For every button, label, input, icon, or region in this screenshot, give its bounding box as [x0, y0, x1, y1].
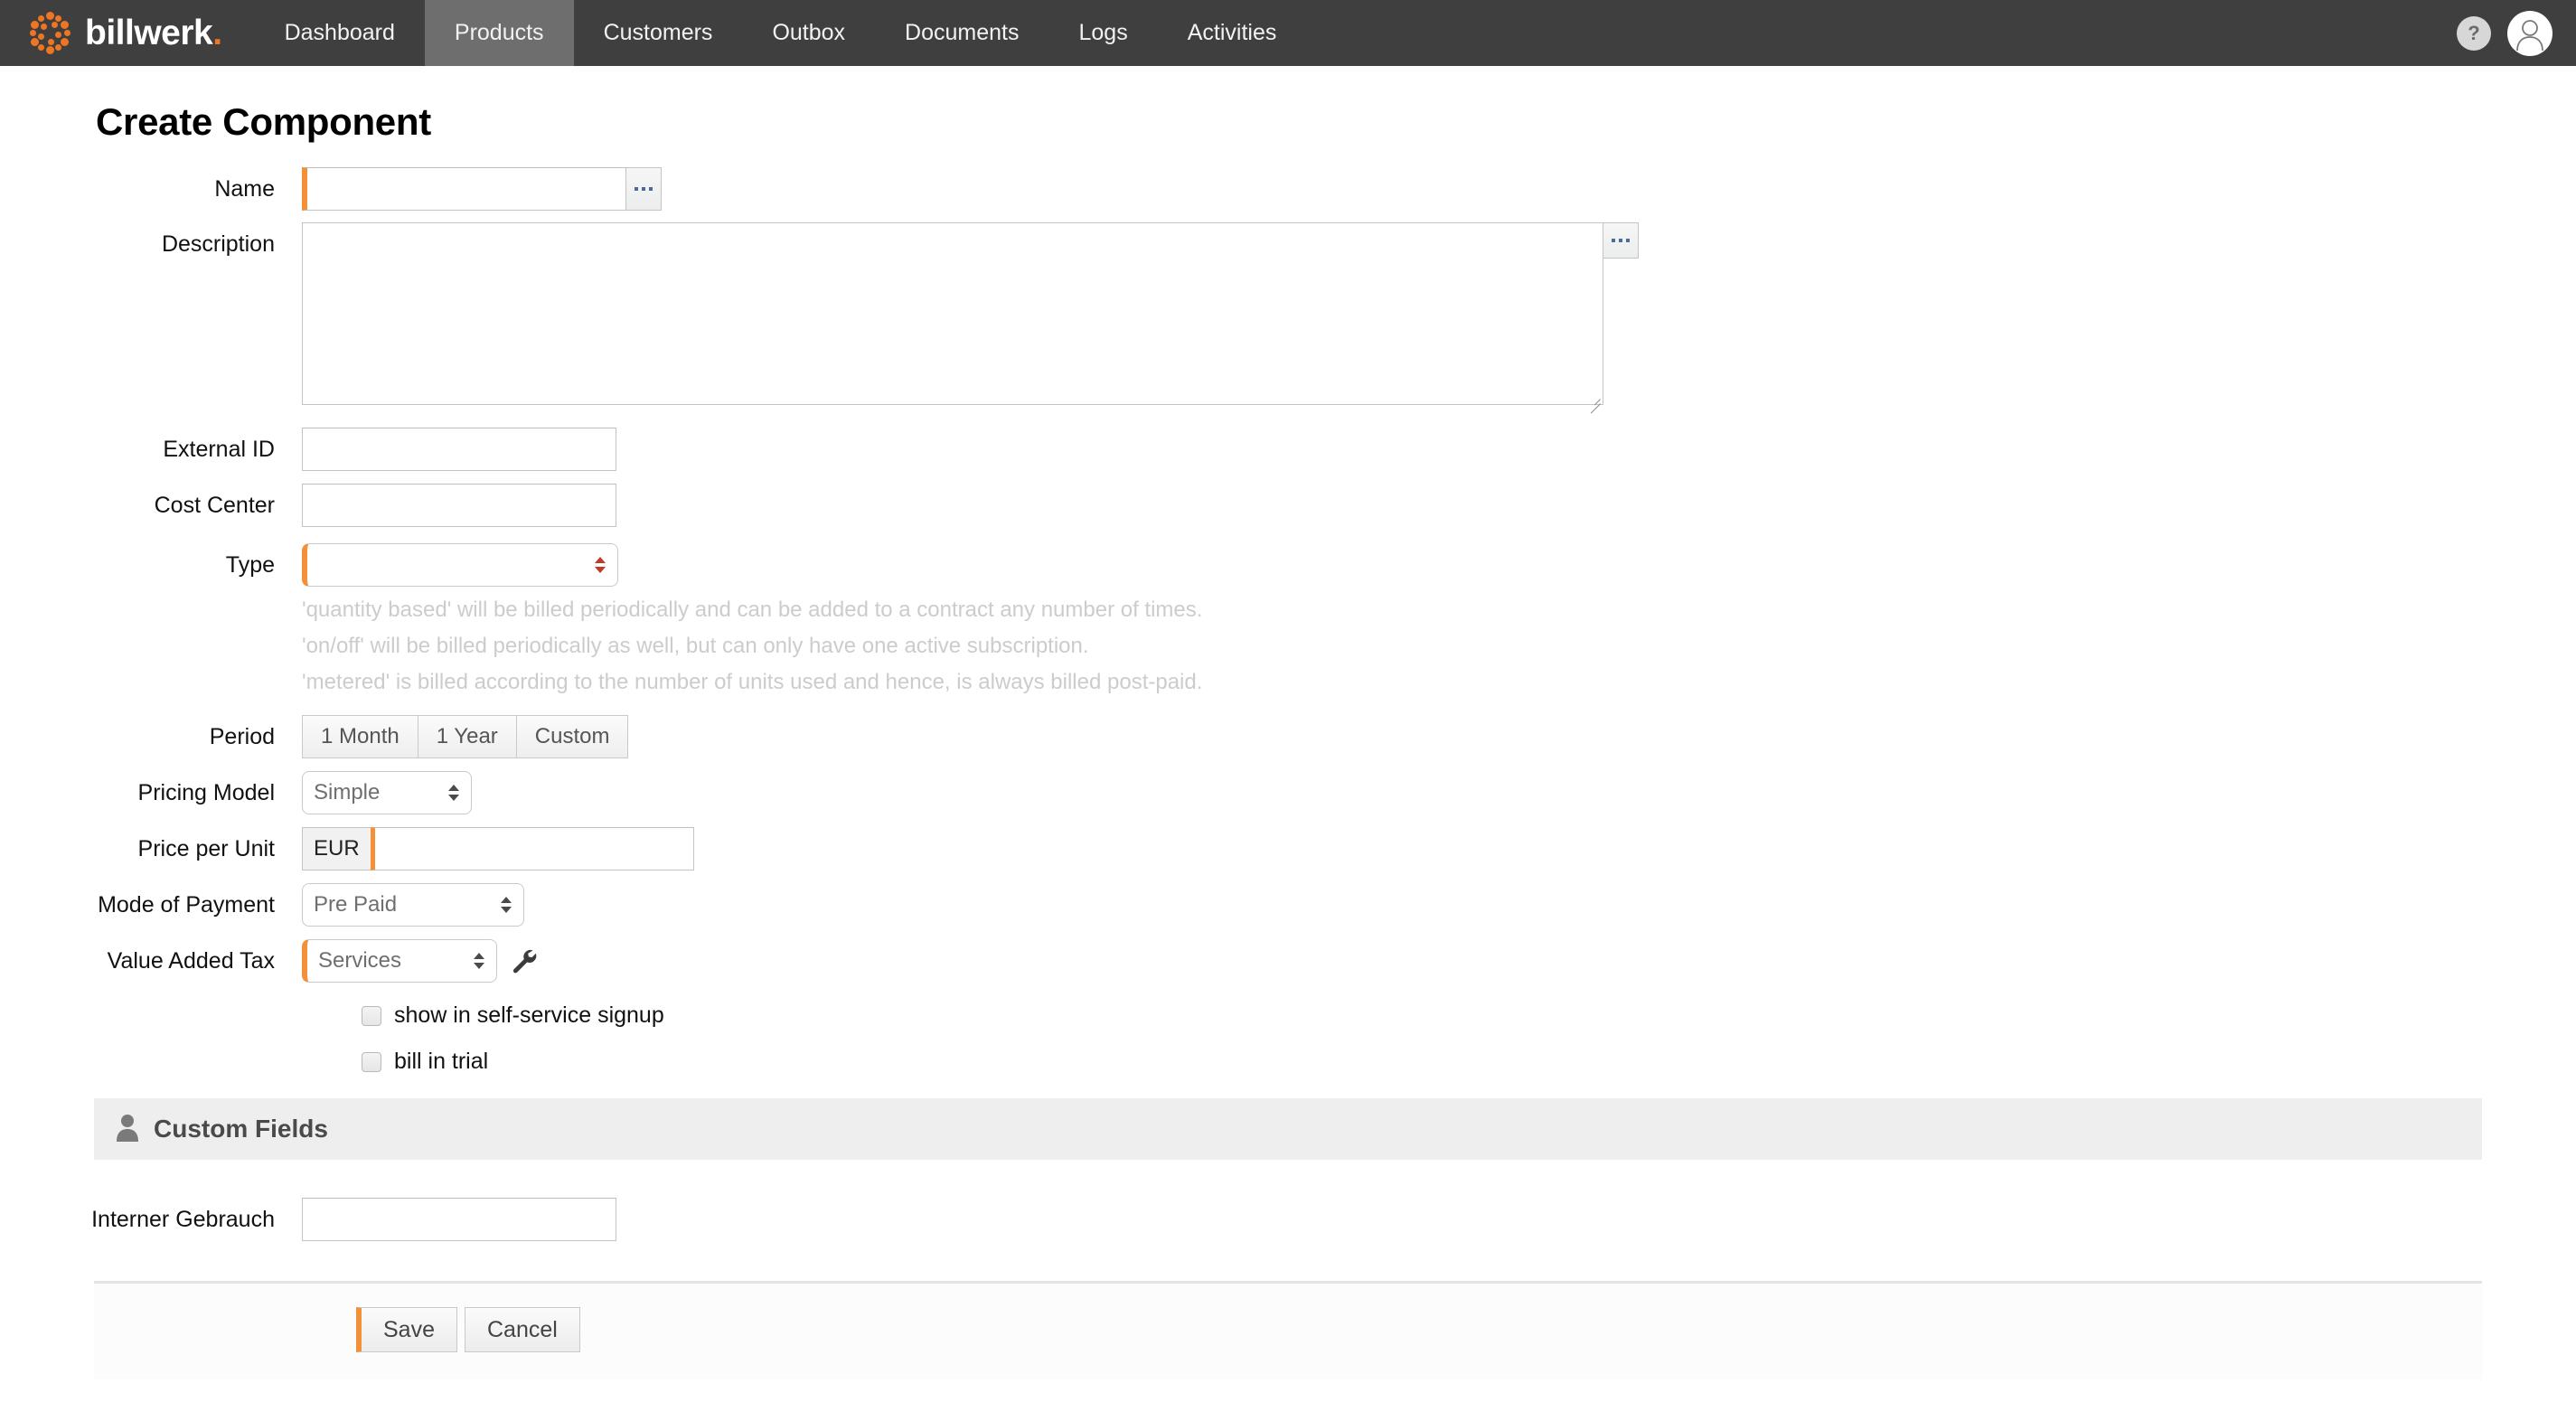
user-avatar-icon[interactable] [2507, 10, 2552, 56]
show-in-signup-checkbox[interactable] [362, 1005, 381, 1026]
brand-dot: . [212, 14, 222, 52]
nav-item-activities[interactable]: Activities [1158, 0, 1307, 66]
chevron-updown-icon [448, 785, 459, 801]
form-row-name: Name [0, 167, 2576, 211]
form-row-price-per-unit: Price per Unit EUR [0, 827, 2576, 870]
custom-field-row: Interner Gebrauch [0, 1198, 2576, 1241]
period-option-1-year[interactable]: 1 Year [417, 715, 517, 758]
save-button[interactable]: Save [356, 1307, 457, 1352]
navbar-right-controls: ? [2457, 0, 2552, 66]
mode-of-payment-label: Mode of Payment [98, 892, 275, 918]
value-added-tax-select[interactable]: Services [302, 939, 497, 983]
brand-logo[interactable]: billwerk. [0, 0, 255, 66]
price-per-unit-group: EUR [302, 827, 694, 870]
form-row-value-added-tax: Value Added Tax Services [0, 939, 2576, 983]
custom-field-input[interactable] [302, 1198, 616, 1241]
custom-fields-title: Custom Fields [154, 1115, 328, 1143]
name-input[interactable] [302, 167, 625, 211]
form-row-description: Description [0, 222, 2576, 409]
pricing-model-value: Simple [314, 780, 381, 805]
type-hint-line: 'quantity based' will be billed periodic… [302, 598, 1203, 622]
price-per-unit-label: Price per Unit [137, 836, 275, 861]
show-in-signup-label[interactable]: show in self-service signup [394, 1002, 664, 1029]
currency-prefix: EUR [302, 827, 371, 870]
nav-item-dashboard[interactable]: Dashboard [255, 0, 425, 66]
name-label: Name [214, 176, 275, 202]
form-row-period: Period 1 Month 1 Year Custom [0, 715, 2576, 758]
type-hint-line: 'on/off' will be billed periodically as … [302, 634, 1089, 658]
mode-of-payment-value: Pre Paid [314, 892, 398, 917]
cost-center-label: Cost Center [154, 493, 275, 518]
cost-center-input[interactable] [302, 484, 616, 527]
wrench-icon[interactable] [510, 946, 539, 975]
name-browse-ellipsis-icon[interactable] [625, 167, 662, 211]
description-textarea-box [302, 222, 1603, 409]
value-added-tax-label: Value Added Tax [107, 948, 275, 974]
period-option-custom[interactable]: Custom [515, 715, 629, 758]
page-title: Create Component [96, 100, 431, 143]
user-icon [114, 1113, 141, 1146]
type-select[interactable] [302, 543, 618, 587]
form-footer: Save Cancel [94, 1284, 2482, 1379]
external-id-label: External ID [163, 437, 275, 462]
form-row-external-id: External ID [0, 428, 2576, 471]
form-row-cost-center: Cost Center [0, 484, 2576, 527]
mode-of-payment-select[interactable]: Pre Paid [302, 883, 524, 927]
form-row-mode-of-payment: Mode of Payment Pre Paid [0, 883, 2576, 927]
show-in-signup-row: show in self-service signup [362, 1002, 2576, 1029]
custom-fields-section-header: Custom Fields [94, 1098, 2482, 1160]
external-id-input[interactable] [302, 428, 616, 471]
chevron-updown-icon [501, 897, 512, 913]
form-row-pricing-model: Pricing Model Simple [0, 771, 2576, 814]
pricing-model-select[interactable]: Simple [302, 771, 472, 814]
bill-in-trial-label[interactable]: bill in trial [394, 1049, 488, 1075]
nav-item-logs[interactable]: Logs [1049, 0, 1158, 66]
brand-name: billwerk. [85, 14, 222, 52]
page-content: Create Component Name Description Extern… [0, 100, 2576, 1379]
nav-item-outbox[interactable]: Outbox [742, 0, 875, 66]
period-button-group: 1 Month 1 Year Custom [302, 715, 629, 758]
custom-field-label: Interner Gebrauch [91, 1207, 275, 1232]
value-added-tax-value: Services [318, 948, 402, 973]
custom-fields-body: Interner Gebrauch [0, 1160, 2576, 1241]
type-hint-line: 'metered' is billed according to the num… [302, 670, 1203, 694]
nav-item-customers[interactable]: Customers [574, 0, 743, 66]
create-component-form: Name Description External ID Cost Center… [0, 167, 2576, 1075]
name-input-group [302, 167, 662, 211]
period-label: Period [209, 724, 275, 749]
chevron-updown-icon [474, 953, 484, 969]
description-label: Description [161, 231, 275, 257]
main-nav-items: Dashboard Products Customers Outbox Document… [255, 0, 1307, 66]
description-browse-ellipsis-icon[interactable] [1603, 222, 1639, 259]
bill-in-trial-checkbox[interactable] [362, 1051, 381, 1072]
bill-in-trial-row: bill in trial [362, 1049, 2576, 1075]
description-input-group [302, 222, 1639, 409]
type-hint-list: 'quantity based' will be billed periodic… [302, 587, 1202, 701]
description-textarea[interactable] [302, 222, 1603, 405]
cancel-button[interactable]: Cancel [464, 1307, 580, 1352]
billwerk-dots-logo-icon [25, 9, 74, 58]
chevron-updown-icon [595, 557, 606, 573]
nav-item-products[interactable]: Products [424, 0, 574, 66]
price-per-unit-input[interactable] [370, 827, 694, 870]
top-navigation-bar: billwerk. Dashboard Products Customers Outb… [0, 0, 2576, 66]
pricing-model-label: Pricing Model [137, 780, 275, 805]
nav-item-documents[interactable]: Documents [875, 0, 1048, 66]
period-option-1-month[interactable]: 1 Month [302, 715, 418, 758]
type-label: Type [225, 552, 275, 578]
form-row-type: Type 'quantity based' will be billed per… [0, 543, 2576, 701]
help-icon[interactable]: ? [2457, 15, 2491, 51]
